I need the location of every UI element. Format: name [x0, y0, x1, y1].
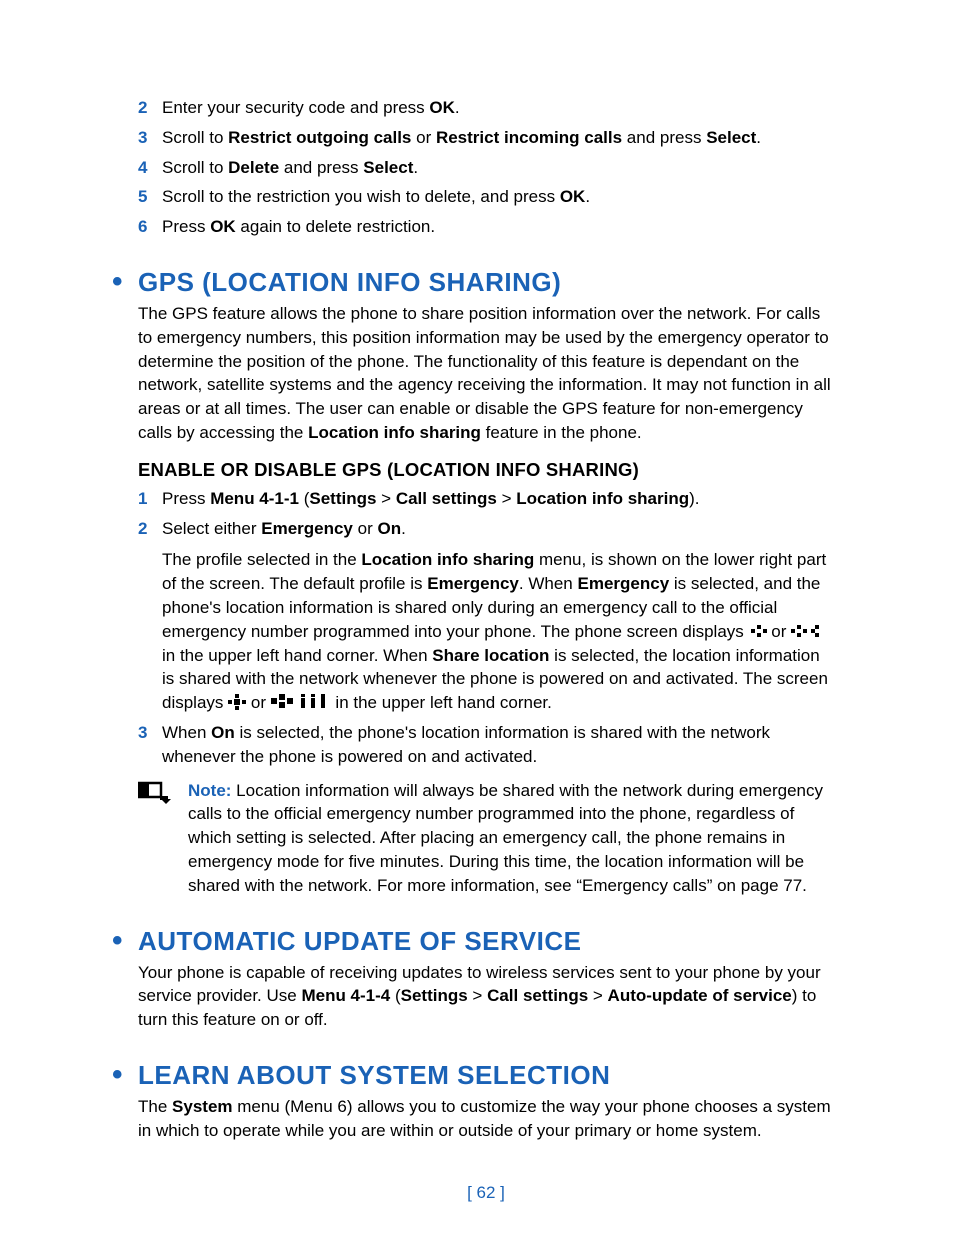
step-number: 3	[138, 721, 162, 769]
step-number: 3	[138, 126, 162, 150]
step-text: Select either Emergency or On.The profil…	[162, 517, 834, 715]
gps-small-icon	[749, 623, 767, 639]
step-number: 1	[138, 487, 162, 511]
step-text: Press OK again to delete restriction.	[162, 215, 834, 239]
list-item: 4Scroll to Delete and press Select.	[138, 156, 834, 180]
step-number: 2	[138, 96, 162, 120]
step-number: 2	[138, 517, 162, 715]
step-number: 5	[138, 185, 162, 209]
learn-system-text: The System menu (Menu 6) allows you to c…	[138, 1095, 834, 1143]
step-text: Enter your security code and press OK.	[162, 96, 834, 120]
gps-steps-list: 1Press Menu 4-1-1 (Settings > Call setti…	[138, 487, 834, 769]
note-text: Location information will always be shar…	[188, 781, 823, 895]
list-item: 3When On is selected, the phone's locati…	[138, 721, 834, 769]
gps-wide-icon	[791, 623, 819, 639]
gps-bars-icon	[271, 692, 331, 710]
note-body: Note: Location information will always b…	[188, 779, 834, 898]
step-text: Scroll to Restrict outgoing calls or Res…	[162, 126, 834, 150]
page-number: [ 62 ]	[138, 1183, 834, 1203]
heading-auto-update: AUTOMATIC UPDATE OF SERVICE	[138, 926, 834, 957]
step-followup: The profile selected in the Location inf…	[162, 548, 834, 715]
heading-gps: GPS (LOCATION INFO SHARING)	[138, 267, 834, 298]
step-text: Scroll to Delete and press Select.	[162, 156, 834, 180]
steps-top-list: 2Enter your security code and press OK.3…	[138, 96, 834, 239]
list-item: 6Press OK again to delete restriction.	[138, 215, 834, 239]
gps-dot-icon	[228, 694, 246, 710]
note-icon	[138, 779, 188, 898]
note-block: Note: Location information will always b…	[138, 779, 834, 898]
step-text: When On is selected, the phone's locatio…	[162, 721, 834, 769]
subheading-enable-gps: ENABLE OR DISABLE GPS (LOCATION INFO SHA…	[138, 459, 834, 481]
auto-update-text: Your phone is capable of receiving updat…	[138, 961, 834, 1032]
step-text: Press Menu 4-1-1 (Settings > Call settin…	[162, 487, 834, 511]
step-number: 6	[138, 215, 162, 239]
list-item: 2Enter your security code and press OK.	[138, 96, 834, 120]
note-label: Note:	[188, 781, 231, 800]
list-item: 3Scroll to Restrict outgoing calls or Re…	[138, 126, 834, 150]
step-number: 4	[138, 156, 162, 180]
list-item: 2Select either Emergency or On.The profi…	[138, 517, 834, 715]
list-item: 5Scroll to the restriction you wish to d…	[138, 185, 834, 209]
gps-intro: The GPS feature allows the phone to shar…	[138, 302, 834, 445]
list-item: 1Press Menu 4-1-1 (Settings > Call setti…	[138, 487, 834, 511]
step-text: Scroll to the restriction you wish to de…	[162, 185, 834, 209]
heading-learn-system: LEARN ABOUT SYSTEM SELECTION	[138, 1060, 834, 1091]
